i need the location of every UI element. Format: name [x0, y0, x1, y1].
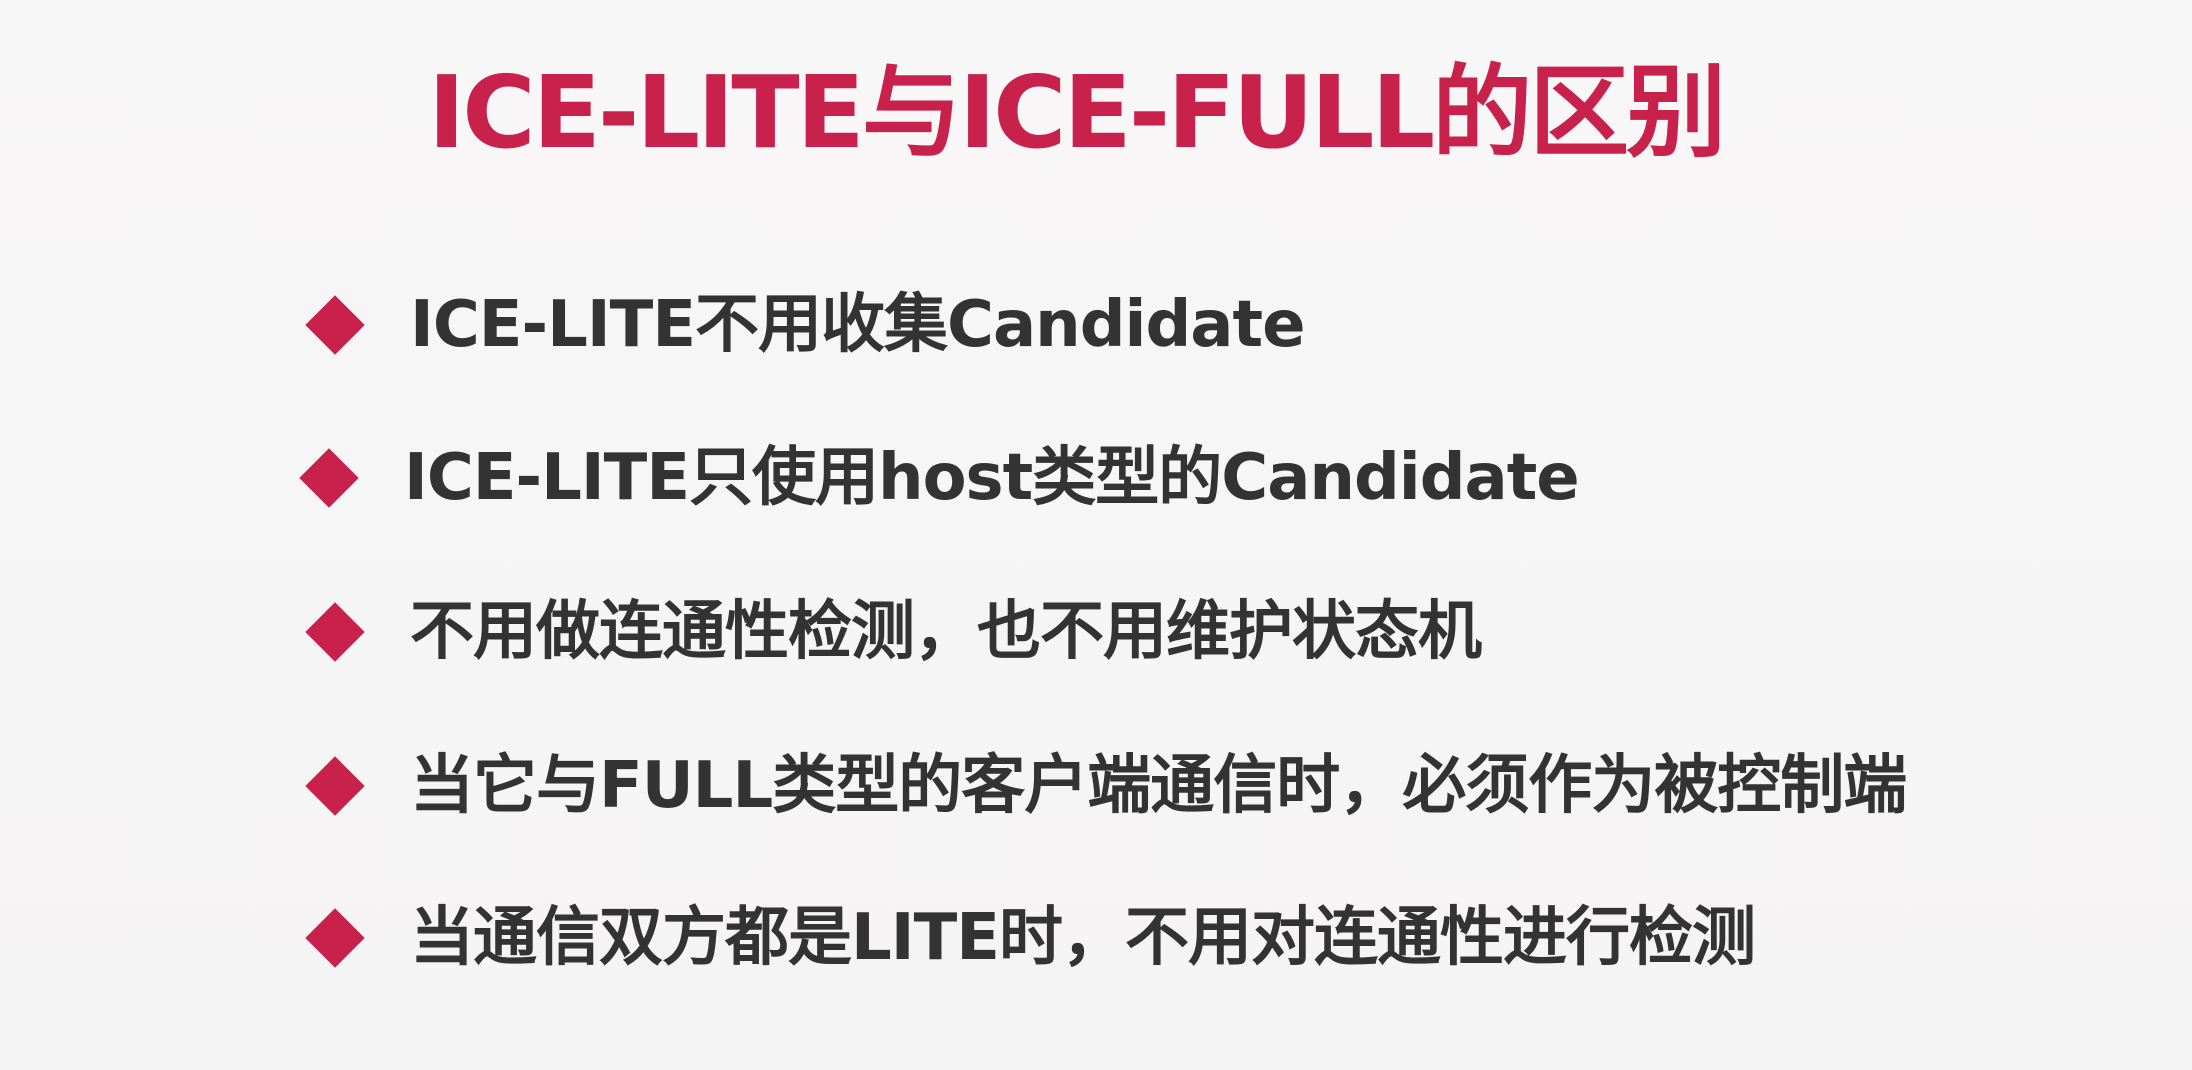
- diamond-bullet-icon: [305, 295, 365, 355]
- slide: ICE-LITE与ICE-FULL的区别 ICE-LITE不用收集Candida…: [0, 0, 2192, 1070]
- bullet-item: ICE-LITE不用收集Candidate: [300, 285, 1305, 365]
- bullet-item: ICE-LITE只使用host类型的Candidate: [294, 438, 1580, 518]
- bullet-text: 不用做连通性检测，也不用维护状态机: [410, 595, 1482, 669]
- slide-title: ICE-LITE与ICE-FULL的区别: [428, 54, 1726, 171]
- diamond-bullet-icon: [299, 448, 359, 508]
- bullet-text: ICE-LITE不用收集Candidate: [410, 288, 1305, 362]
- bullet-item: 当通信双方都是LITE时，不用对连通性进行检测: [300, 898, 1756, 978]
- bullet-item: 不用做连通性检测，也不用维护状态机: [300, 592, 1482, 672]
- bullet-text: 当它与FULL类型的客户端通信时，必须作为被控制端: [410, 749, 1907, 823]
- bullet-text: 当通信双方都是LITE时，不用对连通性进行检测: [410, 901, 1756, 975]
- diamond-bullet-icon: [305, 756, 365, 816]
- diamond-bullet-icon: [305, 908, 365, 968]
- diamond-bullet-icon: [305, 602, 365, 662]
- bullet-item: 当它与FULL类型的客户端通信时，必须作为被控制端: [300, 746, 1907, 826]
- bullet-text: ICE-LITE只使用host类型的Candidate: [404, 441, 1580, 515]
